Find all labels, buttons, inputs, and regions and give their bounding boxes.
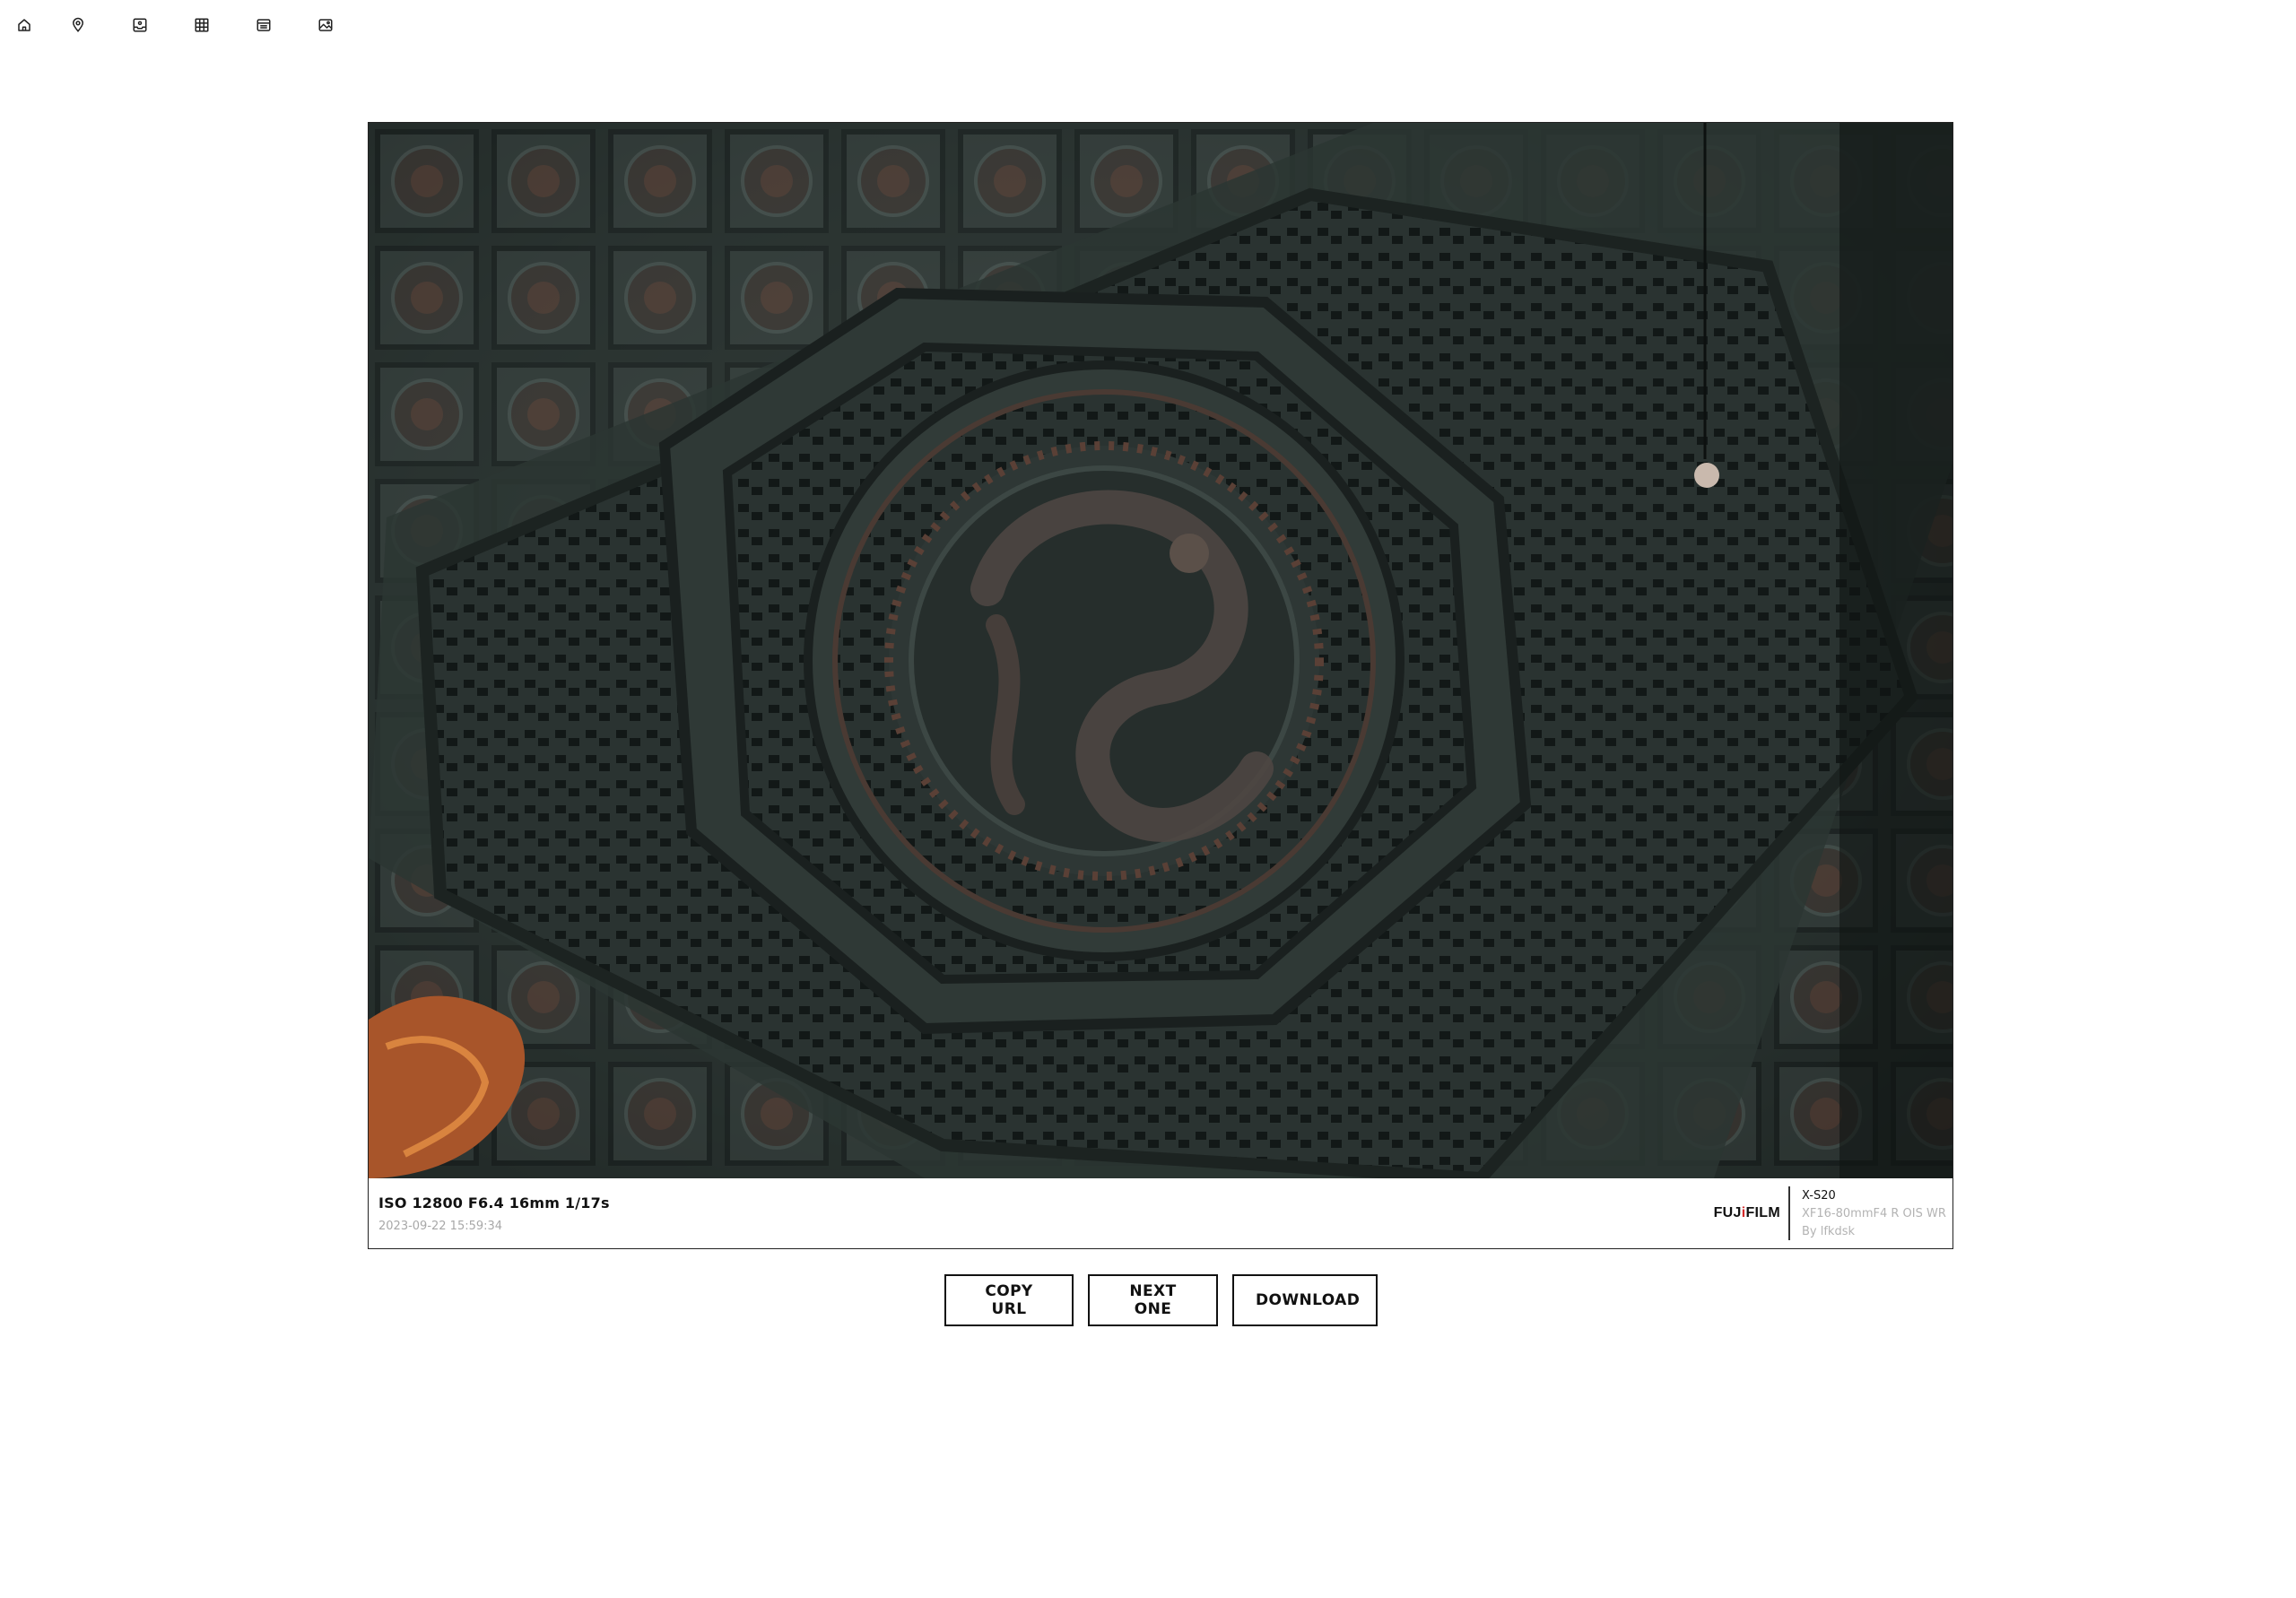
map-button[interactable] <box>47 13 109 37</box>
photo-image <box>369 123 1952 1178</box>
exif-right: X-S20 XF16-80mmF4 R OIS WR By lfkdsk <box>1802 1187 1946 1241</box>
brand-suffix: FILM <box>1745 1205 1780 1220</box>
photo <box>369 123 1952 1178</box>
author: By lfkdsk <box>1802 1225 1856 1238</box>
inbox-photo-icon <box>133 18 146 31</box>
home-icon <box>18 18 30 31</box>
copy-url-button[interactable]: COPY URL <box>944 1274 1074 1326</box>
capture-date: 2023-09-22 15:59:34 <box>378 1220 503 1233</box>
grid-icon <box>195 18 208 31</box>
top-nav <box>16 13 356 37</box>
inbox-button[interactable] <box>109 13 170 37</box>
brand-prefix: FUJ <box>1713 1205 1742 1220</box>
lens-model: XF16-80mmF4 R OIS WR <box>1802 1207 1946 1220</box>
exif-params: ISO 12800 F6.4 16mm 1/17s <box>378 1194 610 1212</box>
map-pin-icon <box>72 17 83 32</box>
brand-logo: FUJiFILM <box>1714 1205 1780 1221</box>
download-button[interactable]: DOWNLOAD <box>1232 1274 1378 1326</box>
next-one-button[interactable]: NEXT ONE <box>1088 1274 1218 1326</box>
grid-view-button[interactable] <box>170 13 232 37</box>
image-icon <box>318 18 332 31</box>
action-bar: COPY URL NEXT ONE DOWNLOAD <box>944 1274 1378 1326</box>
home-button[interactable] <box>16 13 47 37</box>
list-view-button[interactable] <box>232 13 294 37</box>
list-icon <box>257 18 270 31</box>
exif-bar: ISO 12800 F6.4 16mm 1/17s 2023-09-22 15:… <box>369 1178 1952 1248</box>
photo-card: ISO 12800 F6.4 16mm 1/17s 2023-09-22 15:… <box>368 122 1953 1249</box>
camera-model: X-S20 <box>1802 1189 1836 1203</box>
gallery-button[interactable] <box>294 13 356 37</box>
exif-left: ISO 12800 F6.4 16mm 1/17s 2023-09-22 15:… <box>378 1194 610 1233</box>
divider <box>1788 1186 1790 1240</box>
